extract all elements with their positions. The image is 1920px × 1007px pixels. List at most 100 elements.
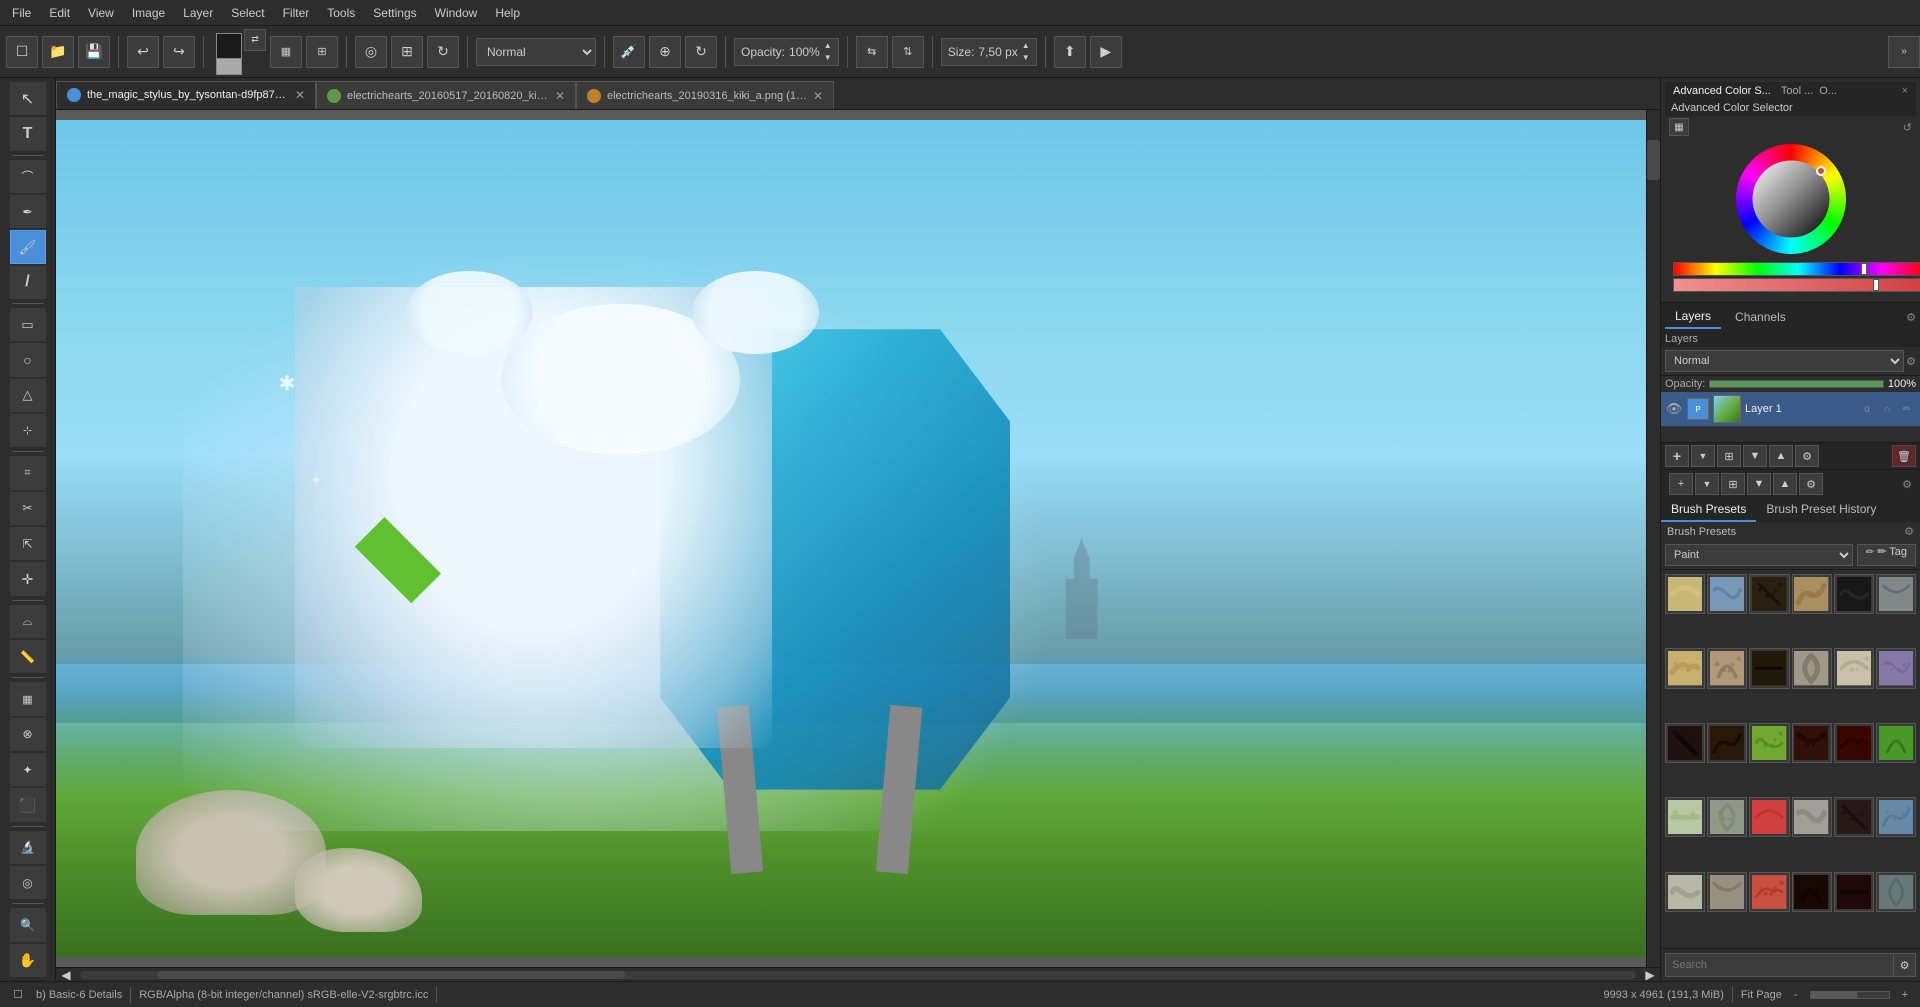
tab-2-close[interactable]: ✕ xyxy=(555,89,565,103)
brush-tag-btn[interactable]: ✏ ✏ Tag xyxy=(1857,544,1916,566)
rectangle-tool-btn[interactable]: ▭ xyxy=(10,308,46,341)
brush-presets-tab[interactable]: Brush Presets xyxy=(1661,498,1756,522)
eyedropper-toolbar-btn[interactable]: 💉 xyxy=(613,36,645,68)
vscroll-handle[interactable] xyxy=(1647,140,1660,180)
vertical-scrollbar[interactable] xyxy=(1646,110,1660,967)
layer-1-inherit-alpha[interactable]: ∩ xyxy=(1878,400,1896,418)
menu-window[interactable]: Window xyxy=(427,4,486,22)
layers-tab[interactable]: Layers xyxy=(1665,305,1721,329)
horizontal-scrollbar[interactable]: ◀ ▶ xyxy=(56,967,1660,981)
menu-select[interactable]: Select xyxy=(223,4,272,22)
assistant-tool-btn[interactable]: ⌓ xyxy=(10,605,46,638)
tab-1[interactable]: the_magic_stylus_by_tysontan-d9fp872.png… xyxy=(56,81,316,109)
mirror-v-btn[interactable]: ⇅ xyxy=(892,36,924,68)
menu-settings[interactable]: Settings xyxy=(365,4,424,22)
brush-item-b28[interactable] xyxy=(1792,872,1832,912)
brush-panel-down-btn[interactable]: ▼ xyxy=(1747,473,1771,495)
color-panel-refresh[interactable]: ↺ xyxy=(1903,121,1912,134)
pattern-btn[interactable]: ▦ xyxy=(270,36,302,68)
mirror-h-btn[interactable]: ⇆ xyxy=(856,36,888,68)
paint-mode-btn[interactable]: ↻ xyxy=(427,36,459,68)
brush-item-b10[interactable] xyxy=(1792,648,1832,688)
brush-item-b4[interactable] xyxy=(1792,574,1832,614)
saturation-slider[interactable] xyxy=(1673,278,1920,292)
multibrush-tool-btn[interactable]: ⊗ xyxy=(10,718,46,751)
add-layer-btn[interactable]: + xyxy=(1665,445,1689,467)
freehand-select-btn[interactable]: ⊹ xyxy=(10,414,46,447)
crop-tool-btn[interactable]: ✂ xyxy=(10,492,46,525)
brush-item-b23[interactable] xyxy=(1834,797,1874,837)
brush-panel-type-btn[interactable]: ▼ xyxy=(1695,473,1719,495)
menu-view[interactable]: View xyxy=(80,4,122,22)
group-layer-btn[interactable]: ⊞ xyxy=(1717,445,1741,467)
layer-blend-mode-select[interactable]: Normal Multiply Screen xyxy=(1665,350,1904,372)
text-tool-btn[interactable]: T xyxy=(10,117,46,150)
redo-btn[interactable]: ↪ xyxy=(163,36,195,68)
brush-presets-settings[interactable]: ⚙ xyxy=(1904,525,1914,538)
select-tool-btn[interactable]: ↖ xyxy=(10,82,46,115)
foreground-color-swatch[interactable] xyxy=(216,33,242,59)
tab-1-close[interactable]: ✕ xyxy=(295,88,305,102)
fill-tool-btn[interactable]: ⬛ xyxy=(10,788,46,821)
zoom-plus-btn[interactable]: + xyxy=(1898,989,1912,1001)
brush-item-b25[interactable] xyxy=(1665,872,1705,912)
menu-file[interactable]: File xyxy=(4,4,39,22)
move-layer-up-btn[interactable]: ▲ xyxy=(1769,445,1793,467)
brush-search-input[interactable] xyxy=(1665,953,1894,977)
opacity-spinner[interactable]: ▲ ▼ xyxy=(824,42,832,62)
menu-tools[interactable]: Tools xyxy=(319,4,363,22)
menu-filter[interactable]: Filter xyxy=(275,4,318,22)
brush-item-b2[interactable] xyxy=(1707,574,1747,614)
delete-layer-btn[interactable]: 🗑 xyxy=(1892,445,1916,467)
hscroll-handle[interactable] xyxy=(158,971,625,979)
freehand-path-btn[interactable]: ⌒ xyxy=(10,160,46,193)
brush-item-b17[interactable] xyxy=(1834,723,1874,763)
brush-panel-settings-btn[interactable]: ⚙ xyxy=(1902,478,1916,491)
smart-patch-btn[interactable]: ✦ xyxy=(10,753,46,786)
fit-page-label[interactable]: Fit Page xyxy=(1741,989,1782,1001)
brush-item-b11[interactable] xyxy=(1834,648,1874,688)
brush-item-b7[interactable] xyxy=(1665,648,1705,688)
hscroll-track[interactable] xyxy=(80,971,1636,979)
tab-2[interactable]: electrichearts_20160517_20160820_kiki_02… xyxy=(316,81,576,109)
brush-item-b9[interactable] xyxy=(1749,648,1789,688)
zoom-tool-btn[interactable]: 🔍 xyxy=(10,908,46,941)
brush-item-b21[interactable] xyxy=(1749,797,1789,837)
preserve-alpha-btn[interactable]: ⊞ xyxy=(391,36,423,68)
measure-tool-btn[interactable]: 📏 xyxy=(10,640,46,673)
gradient-tool-btn[interactable]: ▦ xyxy=(10,682,46,715)
new-document-btn[interactable]: ☐ xyxy=(6,36,38,68)
brush-category-select[interactable]: Paint Sketch Ink Texture xyxy=(1665,544,1853,566)
layer-1-edit[interactable]: ✏ xyxy=(1898,400,1916,418)
ellipse-tool-btn[interactable]: ○ xyxy=(10,343,46,376)
sat-slider-handle[interactable] xyxy=(1873,279,1879,291)
tool-panel-tab[interactable]: Tool ... xyxy=(1781,85,1813,97)
brush-item-b8[interactable] xyxy=(1707,648,1747,688)
brush-item-b5[interactable] xyxy=(1834,574,1874,614)
blend-mode-select[interactable]: Normal Multiply Screen Overlay xyxy=(476,38,596,66)
canvas-viewport[interactable]: ✱ ✦ xyxy=(56,110,1646,967)
line-tool-btn[interactable]: / xyxy=(10,266,46,299)
brush-item-b16[interactable] xyxy=(1792,723,1832,763)
brush-editor-btn[interactable]: ⊞ xyxy=(306,36,338,68)
hscroll-right-btn[interactable]: ▶ xyxy=(1640,969,1660,981)
tab-3[interactable]: electrichearts_20190316_kiki_a.png (191,… xyxy=(576,81,834,109)
layers-panel-settings[interactable]: ⚙ xyxy=(1906,355,1916,368)
brush-item-b24[interactable] xyxy=(1876,797,1916,837)
color-panel-close[interactable]: × xyxy=(1902,85,1908,97)
move-tool-btn[interactable]: ✛ xyxy=(10,562,46,595)
brush-item-b22[interactable] xyxy=(1792,797,1832,837)
hue-slider[interactable] xyxy=(1673,262,1920,276)
menu-image[interactable]: Image xyxy=(124,4,173,22)
brush-item-b27[interactable] xyxy=(1749,872,1789,912)
brush-item-b6[interactable] xyxy=(1876,574,1916,614)
advanced-color-selector-tab[interactable]: Advanced Color S... xyxy=(1673,85,1771,97)
color-select-tool-btn[interactable]: ◎ xyxy=(10,866,46,899)
brush-item-b1[interactable] xyxy=(1665,574,1705,614)
size-spinner[interactable]: ▲ ▼ xyxy=(1022,42,1030,62)
color-grid-btn[interactable]: ▦ xyxy=(1669,118,1689,136)
menu-help[interactable]: Help xyxy=(487,4,528,22)
undo-btn[interactable]: ↩ xyxy=(127,36,159,68)
brush-item-b13[interactable] xyxy=(1665,723,1705,763)
brush-panel-add-btn[interactable]: + xyxy=(1669,473,1693,495)
